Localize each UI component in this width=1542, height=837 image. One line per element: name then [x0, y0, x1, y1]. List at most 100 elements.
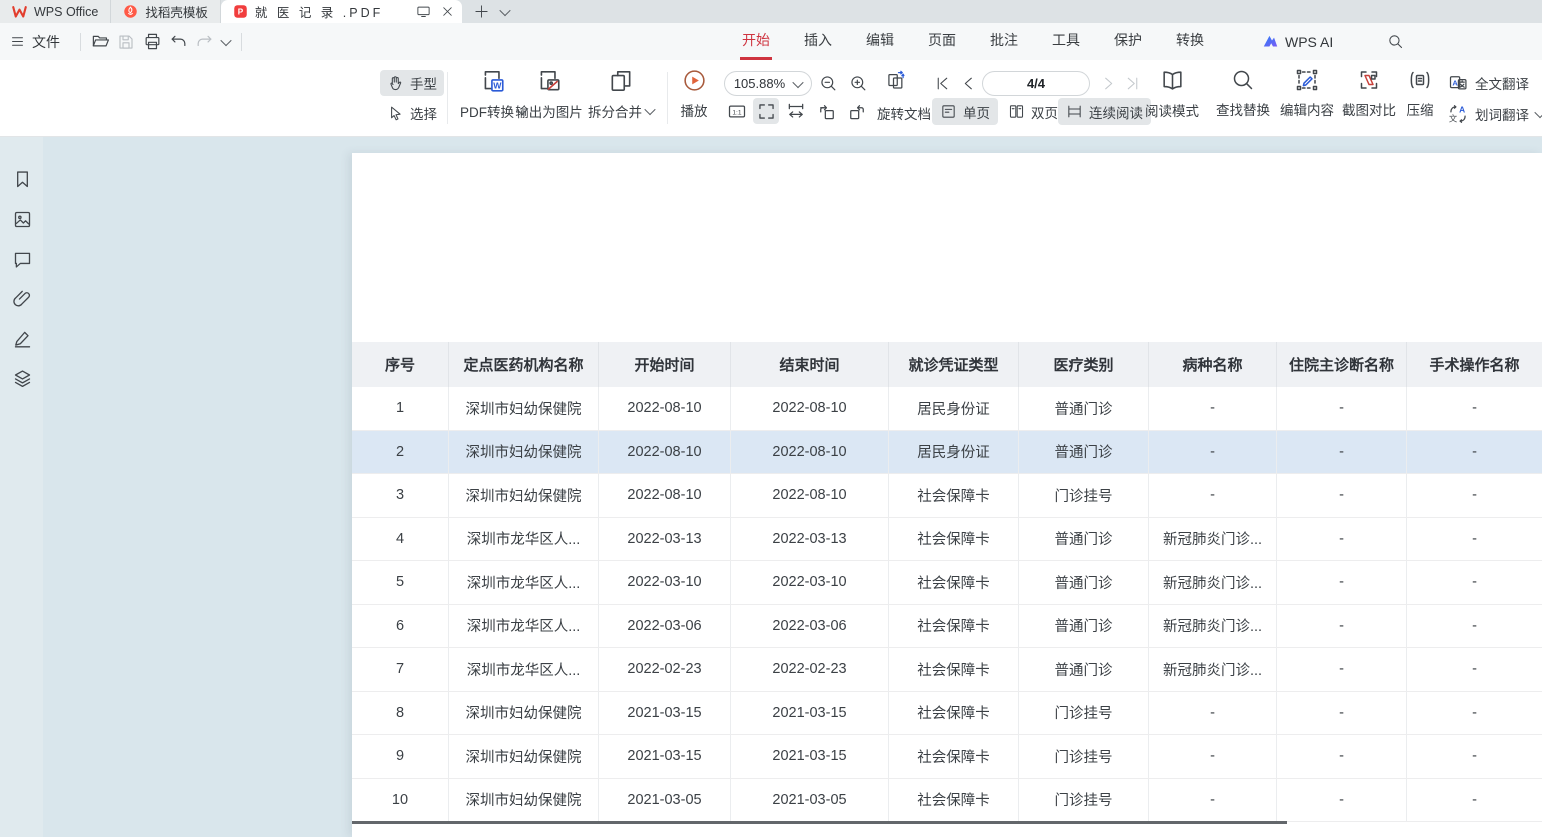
save-button[interactable]	[113, 29, 139, 55]
tab-convert[interactable]: 转换	[1174, 23, 1206, 60]
table-cell: 6	[352, 605, 449, 648]
menu-search-button[interactable]	[1387, 23, 1404, 60]
reset-view-button[interactable]	[886, 70, 906, 90]
word-translate-label: 划词翻译	[1475, 104, 1529, 124]
table-header-cell: 结束时间	[731, 342, 889, 387]
pages-refresh-icon	[886, 68, 906, 93]
left-panel-sidebar	[0, 137, 43, 837]
wps-logo-icon	[12, 4, 27, 19]
table-cell: -	[1407, 648, 1542, 691]
first-page-button[interactable]	[932, 73, 952, 93]
word-translate-button[interactable]: 文A 划词翻译	[1448, 104, 1542, 124]
tab-insert[interactable]: 插入	[802, 23, 834, 60]
play-slideshow-button[interactable]: 播放	[672, 68, 716, 120]
tab-wps-home[interactable]: WPS Office	[0, 0, 111, 23]
undo-button[interactable]	[165, 29, 191, 55]
word-translate-icon: 文A	[1448, 104, 1468, 124]
page-number-input[interactable]: 4/4	[982, 71, 1090, 96]
pdf-file-icon: P	[233, 4, 248, 19]
full-translate-icon: A	[1448, 73, 1468, 93]
print-button[interactable]	[139, 29, 165, 55]
table-cell: 4	[352, 518, 449, 561]
fit-width-button[interactable]	[786, 101, 806, 121]
tab-protect[interactable]: 保护	[1112, 23, 1144, 60]
fit-page-button[interactable]	[753, 98, 779, 124]
table-cell: -	[1407, 518, 1542, 561]
compress-button[interactable]: 压缩	[1398, 68, 1442, 119]
close-tab-icon[interactable]	[441, 5, 454, 18]
table-cell: 深圳市妇幼保健院	[449, 474, 599, 517]
table-cell: 门诊挂号	[1019, 779, 1149, 822]
docer-logo-icon	[123, 4, 138, 19]
bookmarks-panel-button[interactable]	[11, 168, 33, 190]
zoom-in-button[interactable]	[848, 73, 868, 93]
open-folder-icon	[91, 32, 110, 51]
compress-label: 压缩	[1407, 99, 1434, 119]
rotate-document-button[interactable]: 旋转文档	[877, 103, 931, 123]
previous-page-button[interactable]	[958, 73, 978, 93]
single-page-label: 单页	[963, 102, 990, 122]
table-cell: 2022-03-13	[731, 518, 889, 561]
tab-home[interactable]: 开始	[740, 23, 772, 60]
search-icon	[1387, 33, 1404, 50]
table-cell: -	[1407, 387, 1542, 430]
fit-page-icon	[756, 101, 777, 122]
single-page-button[interactable]: 单页	[932, 98, 998, 125]
full-text-translate-button[interactable]: A 全文翻译	[1448, 73, 1529, 93]
tab-docer-templates[interactable]: 找稻壳模板	[111, 0, 221, 23]
table-cell: 2021-03-05	[731, 779, 889, 822]
table-header-cell: 手术操作名称	[1407, 342, 1542, 387]
quick-access-bar: 文件 开始 插入 编辑 页面 批注 工具 保护 转换	[0, 23, 1542, 60]
undo-history-dropdown[interactable]	[217, 29, 235, 55]
table-row: 4深圳市龙华区人...2022-03-132022-03-13社会保障卡普通门诊…	[352, 518, 1542, 562]
tab-edit[interactable]: 编辑	[864, 23, 896, 60]
tab-tools[interactable]: 工具	[1050, 23, 1082, 60]
thumbnails-panel-button[interactable]	[11, 208, 33, 230]
present-to-screen-icon[interactable]	[416, 4, 431, 19]
edit-content-button[interactable]: 编辑内容	[1276, 68, 1338, 119]
table-cell: -	[1149, 387, 1277, 430]
edit-content-label: 编辑内容	[1280, 99, 1334, 119]
redo-button[interactable]	[191, 29, 217, 55]
actual-size-button[interactable]: 1:1	[727, 101, 747, 121]
single-page-icon	[940, 103, 957, 120]
annotate-panel-button[interactable]	[11, 327, 33, 349]
layers-panel-button[interactable]	[11, 367, 33, 389]
tab-list-chevron-icon[interactable]	[500, 4, 511, 15]
find-replace-button[interactable]: 查找替换	[1212, 68, 1274, 119]
split-merge-button[interactable]: 拆分合并	[578, 68, 664, 121]
file-menu-button[interactable]: 文件	[0, 32, 74, 52]
select-tool-button[interactable]: 选择	[380, 100, 444, 126]
table-cell: -	[1407, 692, 1542, 735]
zoom-out-button[interactable]	[818, 73, 838, 93]
nav-last-icon	[1124, 75, 1141, 92]
new-tab-icon[interactable]	[474, 4, 489, 19]
rotate-right-button[interactable]	[847, 101, 867, 121]
continuous-reading-button[interactable]: 连续阅读	[1058, 98, 1151, 125]
table-cell: 深圳市龙华区人...	[449, 648, 599, 691]
tab-comment[interactable]: 批注	[988, 23, 1020, 60]
wps-ai-button[interactable]: WPS AI	[1262, 23, 1333, 60]
tab-wps-home-label: WPS Office	[34, 5, 98, 19]
last-page-button[interactable]	[1122, 73, 1142, 93]
table-cell: 普通门诊	[1019, 518, 1149, 561]
table-cell: -	[1277, 692, 1407, 735]
double-page-icon	[1008, 103, 1025, 120]
tab-document-active[interactable]: P 就 医 记 录 .PDF	[221, 0, 462, 23]
table-cell: -	[1149, 431, 1277, 474]
read-mode-button[interactable]: 阅读模式	[1142, 68, 1202, 120]
comments-panel-button[interactable]	[11, 248, 33, 270]
table-cell: -	[1149, 692, 1277, 735]
attachments-panel-button[interactable]	[11, 288, 33, 310]
wps-ai-label: WPS AI	[1285, 34, 1333, 50]
tab-page[interactable]: 页面	[926, 23, 958, 60]
chevron-down-icon	[1534, 107, 1542, 118]
open-file-button[interactable]	[87, 29, 113, 55]
hand-tool-button[interactable]: 手型	[380, 70, 444, 96]
table-cell: 门诊挂号	[1019, 735, 1149, 778]
zoom-level-input[interactable]: 105.88%	[724, 71, 812, 96]
rotate-left-button[interactable]	[817, 101, 837, 121]
screenshot-compare-button[interactable]: 截图对比	[1338, 68, 1400, 119]
table-cell: -	[1407, 474, 1542, 517]
next-page-button[interactable]	[1098, 73, 1118, 93]
